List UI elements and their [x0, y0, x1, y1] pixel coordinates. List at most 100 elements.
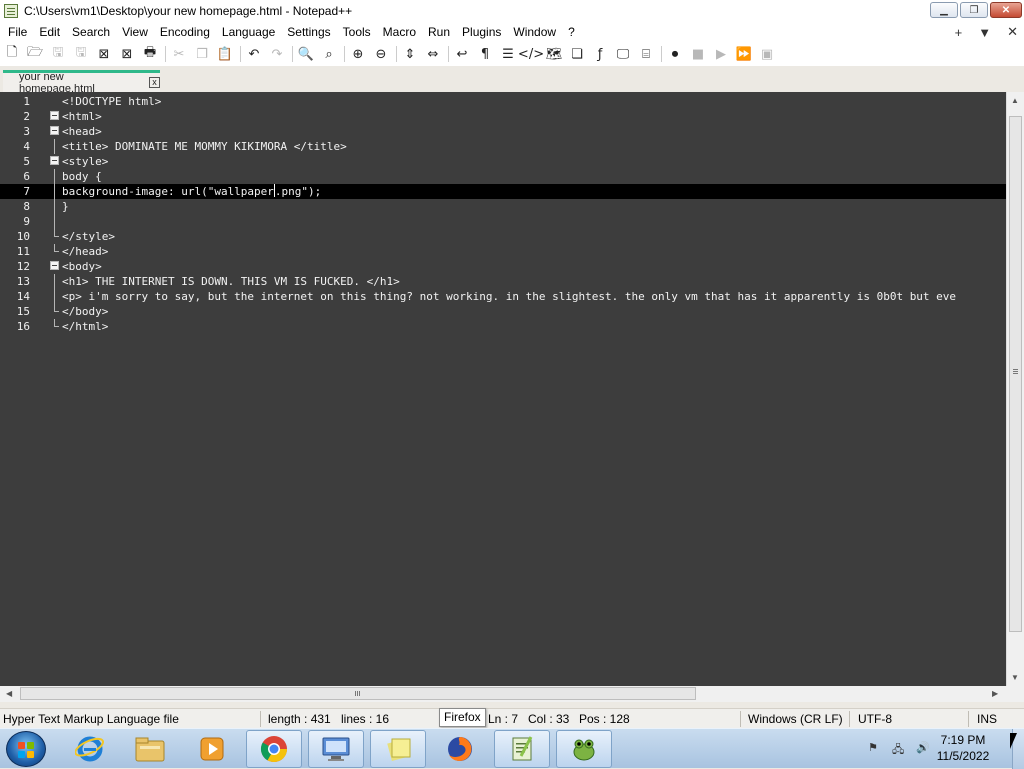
save-macro-icon[interactable]: ▣ [758, 45, 776, 63]
horizontal-scroll-thumb[interactable] [20, 687, 696, 700]
menu-file[interactable]: File [2, 22, 33, 42]
xml-tag-icon[interactable]: </> [518, 45, 544, 63]
sync-horizontal-icon[interactable]: ⇔ [424, 45, 442, 63]
close-window-button[interactable]: ✕ [990, 2, 1022, 18]
scroll-left-icon[interactable]: ◀ [6, 689, 12, 698]
chrome-icon[interactable] [246, 730, 302, 768]
action-center-icon[interactable]: ⚑ [868, 741, 882, 755]
line-number: 12 [16, 260, 30, 273]
start-button[interactable] [6, 731, 46, 767]
save-icon[interactable]: 🖫 [49, 45, 67, 63]
code-line[interactable]: 10 </style> [0, 229, 1006, 244]
code-line[interactable]: 6 body { [0, 169, 1006, 184]
scroll-down-icon[interactable]: ▼ [1011, 673, 1019, 682]
play-macro-icon[interactable]: ▶ [712, 45, 730, 63]
copy-icon[interactable]: ❐ [193, 45, 211, 63]
file-explorer-icon[interactable] [122, 730, 178, 768]
indent-guide-icon[interactable]: ☰ [499, 45, 517, 63]
close-all-icon[interactable]: ⊠ [118, 45, 136, 63]
tab-your-new-homepage[interactable]: your new homepage.html x [3, 70, 160, 95]
menu-search[interactable]: Search [66, 22, 116, 42]
vertical-scrollbar[interactable]: ▲ ▼ [1006, 92, 1024, 686]
sync-vertical-icon[interactable]: ⇕ [401, 45, 419, 63]
code-line[interactable]: 16 </html> [0, 319, 1006, 334]
new-tab-button[interactable]: + [955, 25, 963, 40]
code-line[interactable]: 14 <p> i'm sorry to say, but the internet… [0, 289, 1006, 304]
folder-workspace-icon[interactable]: ⌸ [637, 45, 655, 63]
menu-window[interactable]: Window [507, 22, 562, 42]
menu-settings[interactable]: Settings [281, 22, 336, 42]
run-macro-multiple-icon[interactable]: ⏩ [735, 45, 753, 63]
code-line[interactable]: 5 <style> [0, 154, 1006, 169]
code-editor[interactable]: 1 <!DOCTYPE html> 2 <html> 3 <head> 4 <title> D… [0, 92, 1006, 686]
minimize-button[interactable]: ▁ [930, 2, 958, 18]
save-all-icon[interactable]: 🖫 [72, 45, 90, 63]
find-icon[interactable]: 🔍 [297, 45, 315, 63]
line-number: 2 [23, 110, 30, 123]
scroll-right-icon[interactable]: ▶ [992, 689, 998, 698]
volume-icon[interactable]: 🔊 [916, 741, 930, 755]
code-line[interactable]: 1 <!DOCTYPE html> [0, 94, 1006, 109]
menu-tools[interactable]: Tools [337, 22, 377, 42]
maximize-button[interactable]: ❐ [960, 2, 988, 18]
function-list-icon[interactable]: ❏ [568, 45, 586, 63]
code-line[interactable]: 12 <body> [0, 259, 1006, 274]
line-number: 16 [16, 320, 30, 333]
frog-app-icon[interactable] [556, 730, 612, 768]
vertical-scroll-thumb[interactable] [1009, 116, 1022, 632]
menu-view[interactable]: View [116, 22, 154, 42]
internet-explorer-icon[interactable] [62, 730, 118, 768]
scroll-up-icon[interactable]: ▲ [1011, 96, 1019, 105]
close-icon[interactable]: ⊠ [95, 45, 113, 63]
menu-language[interactable]: Language [216, 22, 281, 42]
fold-toggle-icon[interactable] [50, 111, 59, 120]
fold-toggle-icon[interactable] [50, 156, 59, 165]
notepad-plus-plus-icon[interactable] [494, 730, 550, 768]
paste-icon[interactable]: 📋 [216, 45, 234, 63]
code-line[interactable]: 3 <head> [0, 124, 1006, 139]
zoom-out-icon[interactable]: ⊖ [372, 45, 390, 63]
document-map-icon[interactable]: 🗺 [545, 45, 563, 63]
monitor-icon[interactable]: 🖵 [614, 45, 632, 63]
code-line[interactable]: 7 background-image: url("wallpaper.png"); [0, 184, 1006, 199]
system-clock[interactable]: 7:19 PM 11/5/2022 [933, 732, 993, 764]
close-tab-button[interactable]: ✕ [1007, 24, 1018, 40]
remote-desktop-icon[interactable] [308, 730, 364, 768]
tab-close-icon[interactable]: x [149, 77, 160, 88]
menu-encoding[interactable]: Encoding [154, 22, 216, 42]
redo-icon[interactable]: ↷ [268, 45, 286, 63]
fold-toggle-icon[interactable] [50, 126, 59, 135]
code-line[interactable]: 2 <html> [0, 109, 1006, 124]
fold-toggle-icon[interactable] [50, 261, 59, 270]
code-line[interactable]: 8} [0, 199, 1006, 214]
horizontal-scrollbar[interactable]: ◀ ▶ [0, 686, 1006, 702]
sticky-notes-icon[interactable] [370, 730, 426, 768]
record-macro-icon[interactable]: ⏺ [666, 45, 684, 63]
network-icon[interactable]: 🖧 [892, 741, 906, 756]
print-icon[interactable]: 🖶 [141, 45, 159, 63]
firefox-icon[interactable] [432, 730, 488, 768]
word-wrap-icon[interactable]: ↩ [453, 45, 471, 63]
code-line[interactable]: 11 </head> [0, 244, 1006, 259]
tab-list-button[interactable]: ▼ [978, 25, 991, 40]
code-line[interactable]: 13 <h1> THE INTERNET IS DOWN. THIS VM IS … [0, 274, 1006, 289]
cut-icon[interactable]: ✂ [170, 45, 188, 63]
menu-run[interactable]: Run [422, 22, 456, 42]
menu-plugins[interactable]: Plugins [456, 22, 507, 42]
replace-icon[interactable]: ⌕ [320, 45, 338, 63]
media-player-icon[interactable] [184, 730, 240, 768]
stop-record-icon[interactable]: ■ [689, 45, 707, 63]
zoom-in-icon[interactable]: ⊕ [349, 45, 367, 63]
function-icon[interactable]: ƒ [591, 45, 609, 63]
code-text: <style> [62, 155, 109, 168]
open-file-icon[interactable]: 🗁 [26, 45, 44, 63]
menu-macro[interactable]: Macro [377, 22, 422, 42]
code-line[interactable]: 9 [0, 214, 1006, 229]
menu-help[interactable]: ? [562, 22, 581, 42]
undo-icon[interactable]: ↶ [245, 45, 263, 63]
new-file-icon[interactable]: 🗋 [3, 45, 21, 63]
menu-edit[interactable]: Edit [33, 22, 66, 42]
code-line[interactable]: 15 </body> [0, 304, 1006, 319]
show-all-chars-icon[interactable]: ¶ [476, 45, 494, 63]
code-line[interactable]: 4 <title> DOMINATE ME MOMMY KIKIMORA </ti… [0, 139, 1006, 154]
